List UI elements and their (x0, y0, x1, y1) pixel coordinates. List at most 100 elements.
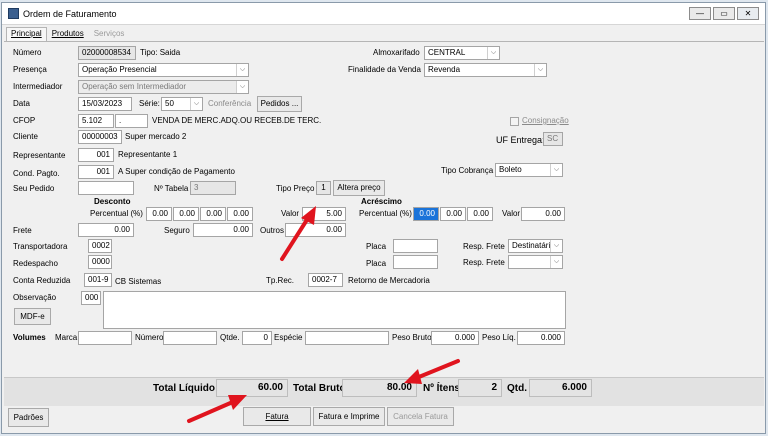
mdfe-button[interactable]: MDF-e (14, 308, 51, 325)
conferencia-link[interactable]: Conferência (208, 99, 251, 108)
acrescimo-percent-3[interactable]: 0.00 (467, 207, 493, 221)
observacao-code-field[interactable]: 000 (81, 291, 101, 305)
marca-label: Marca (55, 333, 78, 342)
acrescimo-valor-label: Valor (502, 209, 521, 218)
tipo-preco-label: Tipo Preço (276, 184, 315, 193)
numero-field: 02000008534 (78, 46, 136, 60)
chevron-down-icon: ⌵ (550, 256, 562, 268)
seu-pedido-label: Seu Pedido (13, 184, 55, 193)
almox-label: Almoxarifado (373, 48, 420, 57)
desconto-percent-3[interactable]: 0.00 (200, 207, 226, 221)
tab-bar: Principal Produtos Serviços (6, 27, 129, 41)
cliente-label: Cliente (13, 132, 38, 141)
total-bruto-label: Total Bruto (293, 383, 346, 394)
acrescimo-valor-field[interactable]: 0.00 (521, 207, 565, 221)
intermediador-label: Intermediador (13, 82, 63, 91)
redespacho-label: Redespacho (13, 259, 58, 268)
seguro-field[interactable]: 0.00 (193, 223, 253, 237)
cfop-field[interactable]: 5.102 (78, 114, 114, 128)
chevron-down-icon: ⌵ (190, 98, 202, 110)
padroes-button[interactable]: Padrões (8, 408, 49, 427)
resp-frete-redesp-select[interactable]: ⌵ (508, 255, 563, 269)
placa-label: Placa (366, 242, 387, 251)
cliente-code-field[interactable]: 00000003 (78, 130, 122, 144)
observacao-label: Observação (13, 293, 57, 302)
altera-preco-button[interactable]: Altera preço (333, 180, 385, 196)
desconto-percent-2[interactable]: 0.00 (173, 207, 199, 221)
tab-divider (4, 41, 764, 42)
peso-liq-field[interactable]: 0.000 (517, 331, 565, 345)
title-bar: Ordem de Faturamento — ▭ ✕ (2, 3, 765, 25)
conta-reduzida-field[interactable]: 001-9 (84, 273, 112, 287)
qtd-label: Qtd. (507, 383, 527, 394)
seu-pedido-field[interactable] (78, 181, 134, 195)
annotation-arrow-3 (187, 395, 247, 423)
peso-bruto-label: Peso Bruto (392, 333, 432, 342)
close-button[interactable]: ✕ (737, 7, 759, 20)
transportadora-label: Transportadora (13, 242, 68, 251)
tipo-cobranca-label: Tipo Cobrança (441, 166, 494, 175)
volumes-label: Volumes (13, 333, 46, 342)
qtd-value: 6.000 (529, 379, 592, 397)
acrescimo-percent-2[interactable]: 0.00 (440, 207, 466, 221)
representante-name: Representante 1 (118, 150, 178, 159)
intermediador-select[interactable]: Operação sem Intermediador ⌵ (78, 80, 249, 94)
placa-field[interactable] (393, 239, 438, 253)
desconto-percent-4[interactable]: 0.00 (227, 207, 253, 221)
tp-rec-label: Tp.Rec. (266, 276, 295, 285)
acrescimo-percent-1[interactable]: 0.00 (413, 207, 439, 221)
marca-field[interactable] (78, 331, 132, 345)
conta-reduzida-label: Conta Reduzida (13, 276, 71, 285)
minimize-button[interactable]: — (689, 7, 711, 20)
presenca-select[interactable]: Operação Presencial ⌵ (78, 63, 249, 77)
finalidade-label: Finalidade da Venda (348, 65, 421, 74)
qtde-field[interactable]: 0 (242, 331, 272, 345)
chevron-down-icon: ⌵ (534, 64, 546, 76)
peso-bruto-field[interactable]: 0.000 (431, 331, 479, 345)
numero-vol-label: Número (135, 333, 164, 342)
data-field[interactable]: 15/03/2023 (78, 97, 132, 111)
transportadora-code-field[interactable]: 0002 (88, 239, 112, 253)
cfop-label: CFOP (13, 116, 36, 125)
n-tabela-label: Nº Tabela (154, 184, 189, 193)
numero-label: Número (13, 48, 42, 57)
fatura-imprime-button[interactable]: Fatura e Imprime (313, 407, 385, 426)
n-itens-value: 2 (458, 379, 502, 397)
desconto-percent-1[interactable]: 0.00 (146, 207, 172, 221)
observacao-textarea[interactable] (103, 291, 566, 329)
numero-vol-field[interactable] (163, 331, 217, 345)
frete-label: Frete (13, 226, 32, 235)
tipo-text: Tipo: Saida (140, 48, 181, 57)
consignacao-checkbox[interactable] (510, 117, 519, 126)
cfop-extra-field[interactable]: . (115, 114, 148, 128)
ordem-faturamento-window: Ordem de Faturamento — ▭ ✕ Principal Pro… (1, 2, 766, 434)
tab-servicos[interactable]: Serviços (89, 27, 130, 41)
finalidade-select[interactable]: Revenda ⌵ (424, 63, 547, 77)
tipo-cobranca-select[interactable]: Boleto ⌵ (495, 163, 563, 177)
cancela-fatura-button[interactable]: Cancela Fatura (387, 407, 454, 426)
placa-redesp-label: Placa (366, 259, 387, 268)
resp-frete-label: Resp. Frete (463, 242, 505, 251)
resp-frete-redesp-label: Resp. Frete (463, 258, 505, 267)
almox-select[interactable]: CENTRAL ⌵ (424, 46, 500, 60)
resp-frete-select[interactable]: Destinatário ⌵ (508, 239, 563, 253)
representante-code-field[interactable]: 001 (78, 148, 114, 162)
maximize-button[interactable]: ▭ (713, 7, 735, 20)
tipo-preco-field: 1 (316, 181, 331, 195)
tp-rec-field[interactable]: 0002-7 (308, 273, 343, 287)
pedidos-button[interactable]: Pedidos ... (257, 96, 302, 112)
window-title: Ordem de Faturamento (23, 9, 117, 19)
conta-reduzida-name: CB Sistemas (115, 277, 162, 286)
cliente-name: Super mercado 2 (125, 132, 187, 141)
peso-liq-label: Peso Líq. (482, 333, 516, 342)
tab-produtos[interactable]: Produtos (47, 27, 89, 41)
representante-label: Representante (13, 151, 66, 160)
serie-select[interactable]: 50 ⌵ (161, 97, 203, 111)
placa-redesp-field[interactable] (393, 255, 438, 269)
especie-field[interactable] (305, 331, 389, 345)
redespacho-code-field[interactable]: 0000 (88, 255, 112, 269)
especie-label: Espécie (274, 333, 303, 342)
cond-pagto-code-field[interactable]: 001 (78, 165, 114, 179)
frete-field[interactable]: 0.00 (78, 223, 134, 237)
tab-principal[interactable]: Principal (6, 27, 47, 41)
